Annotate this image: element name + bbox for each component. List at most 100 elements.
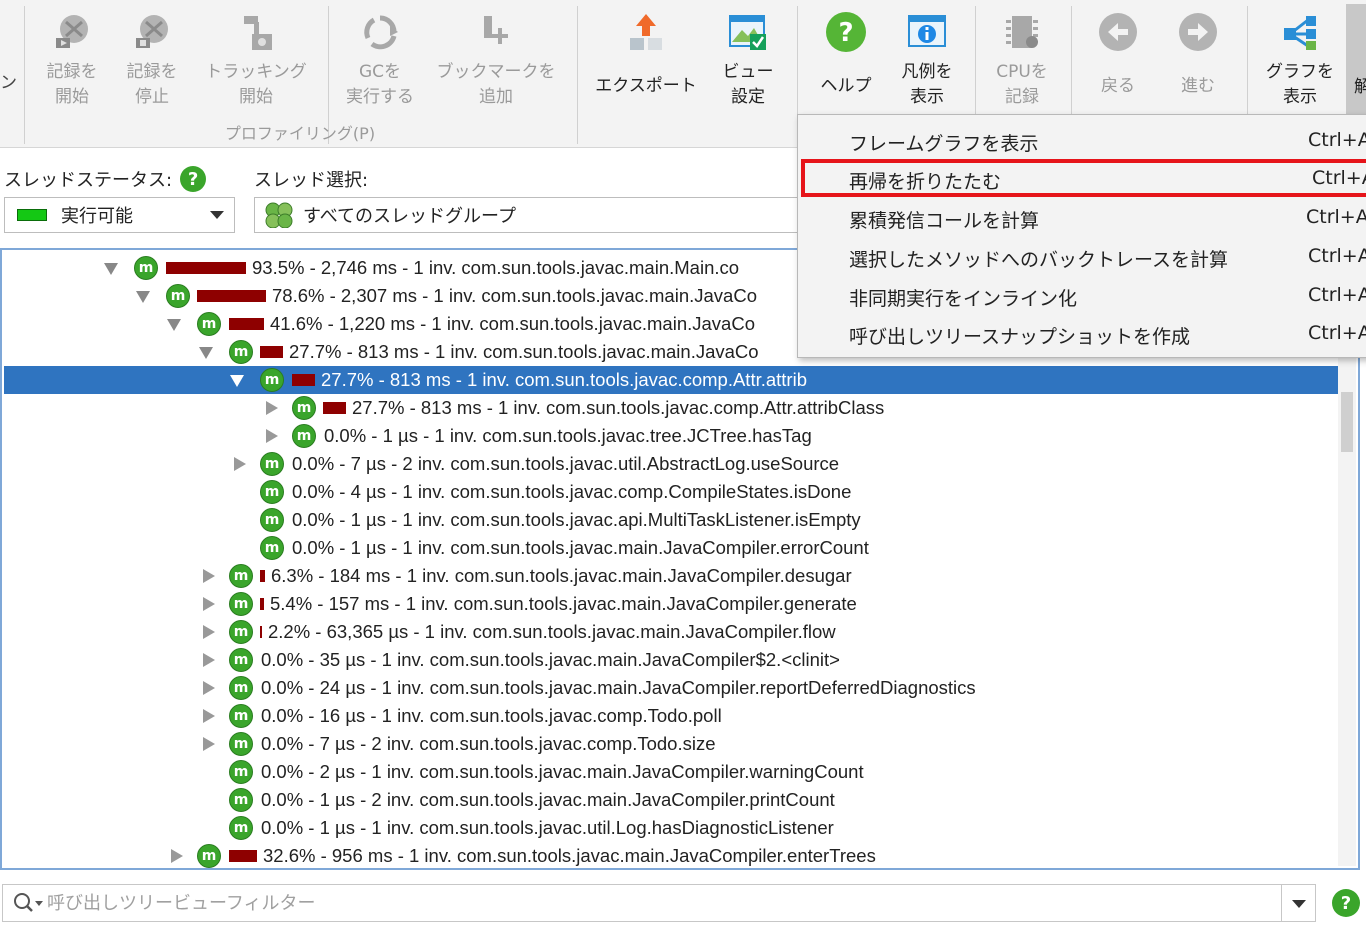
tree-row[interactable]: m 0.0% - 2 µs - 1 inv. com.sun.tools.java… xyxy=(4,758,1338,786)
method-icon: m xyxy=(292,396,316,420)
tree-row[interactable]: m 0.0% - 1 µs - 1 inv. com.sun.tools.java… xyxy=(4,814,1338,842)
tree-row[interactable]: m 0.0% - 4 µs - 1 inv. com.sun.tools.java… xyxy=(4,478,1338,506)
tree-row-label: 0.0% - 1 µs - 2 inv. com.sun.tools.javac… xyxy=(261,789,835,810)
tree-scrollbar-thumb[interactable] xyxy=(1341,392,1353,452)
collapse-toggle-icon[interactable] xyxy=(136,291,150,303)
tree-row[interactable]: m 5.4% - 157 ms - 1 inv. com.sun.tools.ja… xyxy=(4,590,1338,618)
gc-icon xyxy=(358,10,402,54)
export-button[interactable]: エクスポート xyxy=(588,6,704,112)
thread-select-combo[interactable]: すべてのスレッドグループ xyxy=(254,197,814,233)
method-icon: m xyxy=(260,508,284,532)
time-bar xyxy=(260,346,283,358)
profiling-group-label: プロファイリング(P) xyxy=(224,124,376,143)
runnable-state-icon xyxy=(17,209,47,221)
time-bar xyxy=(229,850,257,862)
expand-toggle-icon[interactable] xyxy=(203,681,215,695)
menu-item-cumulative-outgoing-calls[interactable]: 累積発信コールを計算 Ctrl+A xyxy=(798,198,1366,236)
start-tracking-button[interactable]: トラッキング 開始 xyxy=(200,6,312,112)
run-gc-button[interactable]: GCを 実行する xyxy=(338,6,422,112)
expand-toggle-icon[interactable] xyxy=(203,737,215,751)
back-icon xyxy=(1096,10,1140,54)
help-button[interactable]: ? ヘルプ xyxy=(806,6,886,112)
record-start-icon xyxy=(50,10,94,54)
expand-toggle-icon[interactable] xyxy=(203,597,215,611)
toolbar-separator xyxy=(24,6,25,144)
menu-item-show-flame-graph[interactable]: フレームグラフを表示 Ctrl+A xyxy=(798,121,1366,159)
collapse-toggle-icon[interactable] xyxy=(167,319,181,331)
menu-item-create-snapshot[interactable]: 呼び出しツリースナップショットを作成 Ctrl+A xyxy=(798,314,1366,352)
toolbar-separator xyxy=(975,6,976,114)
toolbar-separator xyxy=(1071,6,1072,114)
method-icon: m xyxy=(229,732,253,756)
tree-row[interactable]: m 0.0% - 7 µs - 2 inv. com.sun.tools.java… xyxy=(4,450,1338,478)
expand-toggle-icon[interactable] xyxy=(266,429,278,443)
tree-row[interactable]: m 6.3% - 184 ms - 1 inv. com.sun.tools.ja… xyxy=(4,562,1338,590)
method-icon: m xyxy=(229,340,253,364)
record-stop-icon xyxy=(130,10,174,54)
tree-row-label: 0.0% - 16 µs - 1 inv. com.sun.tools.java… xyxy=(261,705,722,726)
back-button[interactable]: 戻る xyxy=(1082,6,1154,112)
tree-row[interactable]: m 0.0% - 24 µs - 1 inv. com.sun.tools.jav… xyxy=(4,674,1338,702)
toolbar-overflow-label: 解 xyxy=(1354,77,1366,97)
add-bookmark-button[interactable]: ブックマークを 追加 xyxy=(430,6,562,112)
expand-toggle-icon[interactable] xyxy=(203,709,215,723)
tree-filter-input[interactable] xyxy=(47,892,1227,914)
tree-row[interactable]: m 0.0% - 1 µs - 1 inv. com.sun.tools.java… xyxy=(4,534,1338,562)
tree-filter[interactable] xyxy=(2,884,1316,922)
time-bar xyxy=(260,570,265,582)
expand-toggle-icon[interactable] xyxy=(266,401,278,415)
expand-toggle-icon[interactable] xyxy=(203,569,215,583)
view-settings-button[interactable]: ビュー 設定 xyxy=(712,6,784,112)
filter-history-dropdown[interactable] xyxy=(1281,885,1315,921)
tree-row[interactable]: m 27.7% - 813 ms - 1 inv. com.sun.tools.j… xyxy=(4,366,1338,394)
tree-row-label: 27.7% - 813 ms - 1 inv. com.sun.tools.ja… xyxy=(321,369,807,390)
tree-row[interactable]: m 0.0% - 7 µs - 2 inv. com.sun.tools.java… xyxy=(4,730,1338,758)
expand-toggle-icon[interactable] xyxy=(203,653,215,667)
collapse-toggle-icon[interactable] xyxy=(230,375,244,387)
tree-row[interactable]: m 2.2% - 63,365 µs - 1 inv. com.sun.tools… xyxy=(4,618,1338,646)
tree-row-label: 0.0% - 24 µs - 1 inv. com.sun.tools.java… xyxy=(261,677,976,698)
tree-row[interactable]: m 0.0% - 1 µs - 1 inv. com.sun.tools.java… xyxy=(4,506,1338,534)
expand-toggle-icon[interactable] xyxy=(203,625,215,639)
legend-icon xyxy=(905,10,949,54)
time-bar xyxy=(229,318,264,330)
tree-row-label: 0.0% - 1 µs - 1 inv. com.sun.tools.javac… xyxy=(292,537,869,558)
expand-toggle-icon[interactable] xyxy=(234,457,246,471)
tree-row[interactable]: m 0.0% - 1 µs - 2 inv. com.sun.tools.java… xyxy=(4,786,1338,814)
toolbar-separator xyxy=(577,6,578,144)
forward-icon xyxy=(1176,10,1220,54)
collapse-toggle-icon[interactable] xyxy=(104,263,118,275)
method-icon: m xyxy=(229,760,253,784)
tree-row[interactable]: m 27.7% - 813 ms - 1 inv. com.sun.tools.j… xyxy=(4,394,1338,422)
tree-row[interactable]: m 0.0% - 35 µs - 1 inv. com.sun.tools.jav… xyxy=(4,646,1338,674)
show-legend-button[interactable]: 凡例を 表示 xyxy=(892,6,962,112)
time-bar xyxy=(197,290,266,302)
tree-row[interactable]: m 32.6% - 956 ms - 1 inv. com.sun.tools.j… xyxy=(4,842,1338,868)
thread-status-label: スレッドステータス: ? xyxy=(4,166,207,192)
tree-row-label: 2.2% - 63,365 µs - 1 inv. com.sun.tools.… xyxy=(268,621,836,642)
method-icon: m xyxy=(229,788,253,812)
thread-group-icon xyxy=(265,202,293,228)
stop-recording-button[interactable]: 記録を 停止 xyxy=(114,6,190,112)
show-graph-button[interactable]: グラフを 表示 xyxy=(1256,6,1344,112)
collapse-toggle-icon[interactable] xyxy=(199,347,213,359)
forward-button[interactable]: 進む xyxy=(1162,6,1234,112)
filter-help-icon[interactable]: ? xyxy=(1332,889,1360,917)
toolbar-overflow-button[interactable]: 解 xyxy=(1346,4,1366,114)
record-cpu-button[interactable]: CPUを 記録 xyxy=(984,6,1060,112)
start-recording-button[interactable]: 記録を 開始 xyxy=(34,6,110,112)
thread-status-help-icon[interactable]: ? xyxy=(180,166,207,192)
method-icon: m xyxy=(197,312,221,336)
search-icon[interactable] xyxy=(13,891,47,915)
menu-item-collapse-recursion[interactable]: 再帰を折りたたむ Ctrl+A xyxy=(801,159,1366,197)
tree-row-label: 93.5% - 2,746 ms - 1 inv. com.sun.tools.… xyxy=(252,257,740,278)
menu-item-inline-async[interactable]: 非同期実行をインライン化 Ctrl+A xyxy=(798,276,1366,314)
tree-row[interactable]: m 0.0% - 16 µs - 1 inv. com.sun.tools.jav… xyxy=(4,702,1338,730)
tree-row-label: 6.3% - 184 ms - 1 inv. com.sun.tools.jav… xyxy=(271,565,852,586)
tree-row[interactable]: m 0.0% - 1 µs - 1 inv. com.sun.tools.java… xyxy=(4,422,1338,450)
thread-status-combo[interactable]: 実行可能 xyxy=(4,197,235,233)
menu-item-backtraces[interactable]: 選択したメソッドへのバックトレースを計算 Ctrl+A xyxy=(798,237,1366,275)
help-icon: ? xyxy=(824,10,868,54)
expand-toggle-icon[interactable] xyxy=(171,849,183,863)
time-bar xyxy=(323,402,346,414)
